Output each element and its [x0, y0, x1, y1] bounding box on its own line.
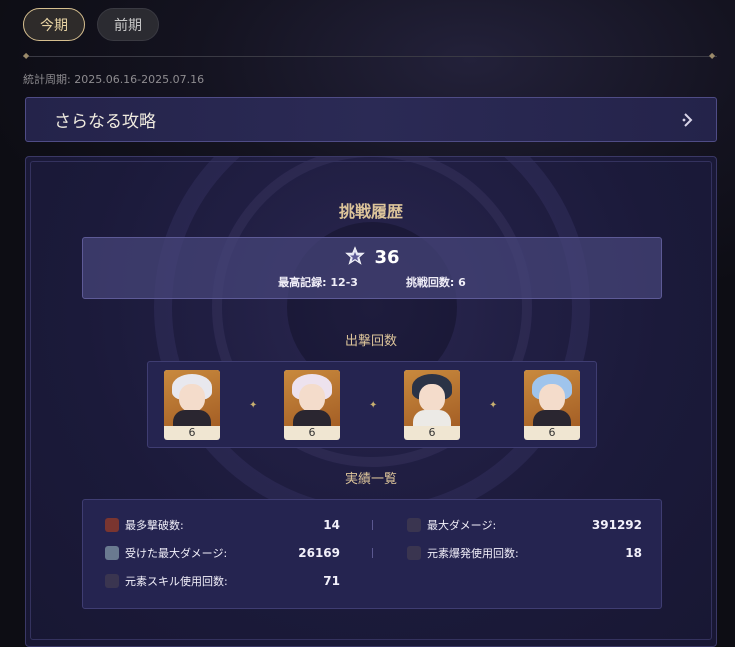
character-portrait: [404, 370, 460, 426]
column-separator: [372, 520, 373, 530]
character-card[interactable]: 6: [404, 370, 460, 440]
character-body: [293, 410, 331, 426]
stat-value: 14: [323, 518, 340, 532]
achievements-title: 実績一覧: [344, 472, 397, 487]
stat-most-defeats: 最多撃破数: 14: [105, 517, 340, 533]
achievements-list: 最多撃破数: 14 最大ダメージ: 391292 受けた最大ダメージ: 2616…: [82, 499, 662, 609]
stat-skill-count: 元素スキル使用回数: 71: [105, 573, 340, 589]
stat-max-damage-taken: 受けた最大ダメージ: 26169: [105, 545, 340, 561]
attempt-count: 挑戦回数: 6: [405, 276, 466, 289]
character-icon: [105, 574, 119, 588]
stat-burst-count: 元素爆発使用回数: 18: [407, 545, 642, 561]
more-strategy-button[interactable]: さらなる攻略: [25, 97, 717, 142]
divider-ornament-right: ◆: [709, 51, 716, 60]
tab-current[interactable]: 今期: [23, 8, 85, 41]
stat-label: 元素爆発使用回数:: [427, 547, 519, 560]
stat-period: 統計周期: 2025.06.16-2025.07.16: [23, 73, 205, 86]
chevron-right-icon: [682, 112, 693, 127]
more-strategy-label: さらなる攻略: [54, 112, 156, 132]
character-card[interactable]: 6: [164, 370, 220, 440]
star-icon: [345, 246, 366, 265]
character-portrait: [164, 370, 220, 426]
divider-ornament-left: ◆: [23, 51, 30, 60]
character-icon: [407, 546, 421, 560]
character-use-count: 6: [188, 426, 196, 439]
character-face: [179, 384, 205, 412]
stat-max-damage: 最大ダメージ: 391292: [407, 517, 642, 533]
stat-value: 71: [323, 574, 340, 588]
column-separator: [372, 548, 373, 558]
character-body: [533, 410, 571, 426]
sparkle-icon: ✦: [369, 400, 378, 411]
stat-label: 受けた最大ダメージ:: [125, 547, 228, 560]
team-section-title: 出撃回数: [344, 334, 397, 349]
history-title: 挑戦履歴: [338, 202, 403, 221]
challenge-panel: 挑戦履歴 36 最高記録: 12-3 挑戦回数: 6 出撃回数 6 ✦ 6 ✦ …: [25, 156, 717, 647]
character-face: [299, 384, 325, 412]
character-use-count: 6: [548, 426, 556, 439]
character-card[interactable]: 6: [284, 370, 340, 440]
character-portrait: [524, 370, 580, 426]
character-portrait: [284, 370, 340, 426]
stat-label: 元素スキル使用回数:: [125, 575, 228, 588]
character-face: [539, 384, 565, 412]
character-use-count: 6: [308, 426, 316, 439]
stat-label: 最大ダメージ:: [427, 519, 497, 532]
sparkle-icon: ✦: [489, 400, 498, 411]
character-icon: [407, 518, 421, 532]
character-card[interactable]: 6: [524, 370, 580, 440]
sparkle-icon: ✦: [249, 400, 258, 411]
stat-value: 391292: [591, 518, 642, 532]
divider: [23, 56, 717, 57]
team-lineup: 6 ✦ 6 ✦ 6 ✦ 6: [147, 361, 597, 448]
period-tabs: 今期 前期: [23, 8, 159, 41]
stat-value: 26169: [298, 546, 340, 560]
best-record: 最高記録: 12-3: [278, 276, 358, 289]
enemy-icon: [105, 518, 119, 532]
character-use-count: 6: [428, 426, 436, 439]
stat-value: 18: [625, 546, 642, 560]
stat-label: 最多撃破数:: [125, 519, 184, 532]
character-body: [413, 410, 451, 426]
record-summary: 36 最高記録: 12-3 挑戦回数: 6: [82, 237, 662, 299]
tab-previous[interactable]: 前期: [97, 8, 159, 41]
star-count: 36: [374, 246, 400, 268]
character-body: [173, 410, 211, 426]
character-face: [419, 384, 445, 412]
character-icon: [105, 546, 119, 560]
